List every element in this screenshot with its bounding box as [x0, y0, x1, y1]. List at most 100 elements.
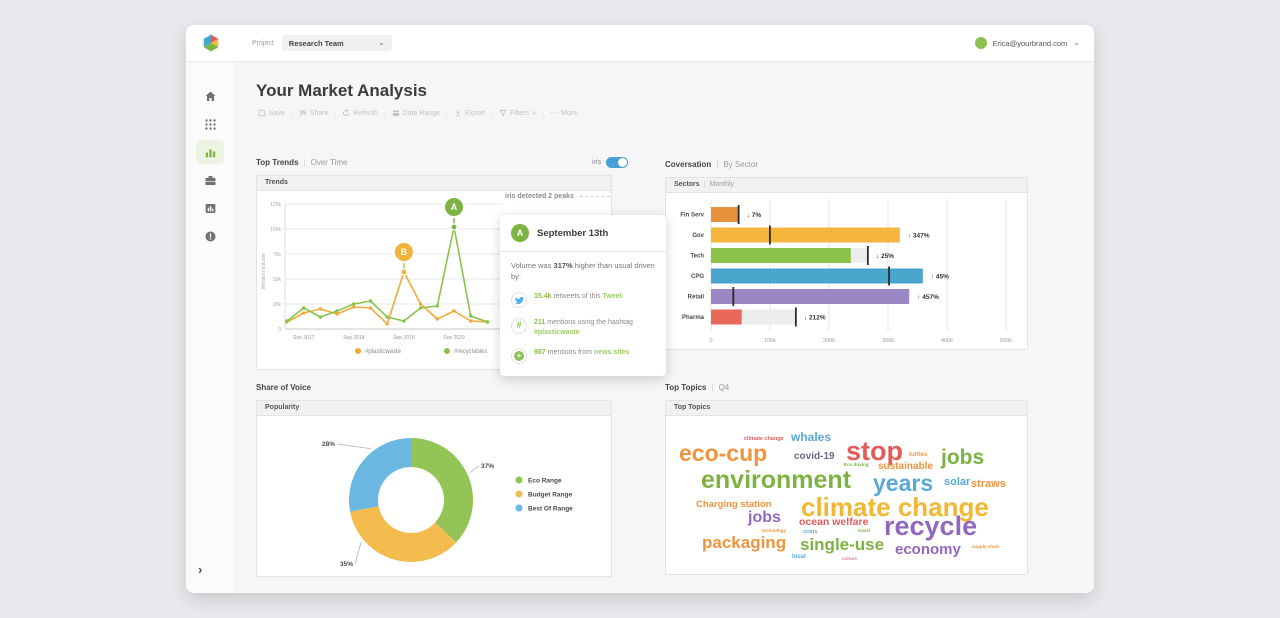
- more-button[interactable]: ⋯ More: [550, 109, 577, 117]
- svg-text:125k: 125k: [270, 202, 281, 208]
- sidebar-collapse-button[interactable]: ›: [198, 562, 202, 577]
- svg-text:500k: 500k: [1000, 338, 1012, 344]
- svg-text:25k: 25k: [273, 302, 282, 308]
- save-label: Save: [269, 110, 285, 117]
- insight-item-news: + 987 mentions from news sites: [511, 348, 655, 364]
- more-icon: ⋯: [550, 109, 558, 117]
- svg-text:37%: 37%: [481, 463, 494, 470]
- svg-text:Eco Range: Eco Range: [528, 478, 562, 485]
- filters-button[interactable]: Filters ∨: [499, 109, 536, 117]
- bar-chart-icon: [204, 146, 217, 159]
- popularity-card-header: Popularity: [257, 401, 611, 416]
- iris-peaks-note: iris detected 2 peaks: [505, 193, 610, 200]
- refresh-button[interactable]: Refresh: [342, 109, 378, 117]
- svg-text:Budget Range: Budget Range: [528, 492, 572, 499]
- svg-text:↑ 45%: ↑ 45%: [931, 274, 949, 281]
- chevron-down-icon: ⌄: [378, 40, 385, 46]
- save-button[interactable]: Save: [258, 109, 285, 117]
- briefcase-icon: [204, 174, 217, 187]
- topbar: Project Research Team ⌄ Erica@yourbrand.…: [186, 25, 1094, 62]
- svg-text:Sep 2018: Sep 2018: [343, 335, 365, 341]
- separator: |: [291, 110, 293, 117]
- iris-insight-card[interactable]: A September 13th Volume was 317% higher …: [500, 215, 666, 376]
- export-button[interactable]: Export: [454, 109, 485, 117]
- trends-section-header: Top Trends | Over Time iris: [256, 155, 628, 169]
- date-range-label: Date Range: [403, 110, 440, 117]
- save-icon: [258, 109, 266, 117]
- svg-text:200k: 200k: [823, 338, 835, 344]
- topics-word-cloud[interactable]: climate changewhaleseco-cupcovid-19stopt…: [666, 416, 1027, 574]
- insight-item-hashtag: # 211 mentions using the hashtag #plasti…: [511, 318, 655, 338]
- sidebar-item-analytics[interactable]: [196, 140, 224, 164]
- sidebar-item-apps[interactable]: [196, 112, 224, 136]
- insight-summary: Volume was 317% higher than usual driven…: [511, 261, 655, 282]
- news-sites-link[interactable]: news sites: [594, 349, 629, 356]
- chevron-down-icon: ∨: [532, 110, 536, 117]
- word-cloud-term: culture: [842, 557, 857, 562]
- trends-card-title: Trends: [265, 176, 288, 190]
- tweet-link[interactable]: Tweet: [603, 293, 622, 300]
- separator: |: [716, 160, 718, 169]
- refresh-icon: [342, 109, 350, 117]
- more-label: More: [561, 110, 577, 117]
- separator: |: [711, 383, 713, 392]
- svg-text:Tech: Tech: [690, 254, 704, 260]
- hashtag-link[interactable]: #plasticwaste: [534, 329, 580, 336]
- report-chart-icon: [204, 202, 217, 215]
- project-selector[interactable]: Research Team ⌄: [282, 35, 392, 51]
- date-range-button[interactable]: Date Range: [392, 109, 440, 117]
- app-logo-icon[interactable]: [200, 32, 222, 54]
- share-of-voice-donut-chart[interactable]: 37% 35% 28% Eco Range Budget Range Best Of Ra…: [257, 416, 611, 576]
- voice-title: Share of Voice: [256, 383, 311, 392]
- voice-section-header: Share of Voice: [256, 380, 612, 394]
- news-count: 987: [534, 349, 546, 356]
- sidebar: ›: [186, 62, 234, 593]
- sectors-subtitle: By Sector: [723, 160, 758, 169]
- insight-item-retweets: 15.4k retweets of this Tweet: [511, 292, 655, 308]
- insight-card-body: Volume was 317% higher than usual driven…: [500, 252, 666, 376]
- sectors-title: Coversation: [665, 160, 711, 169]
- chevron-down-icon: ⌄: [1073, 40, 1080, 46]
- trends-title: Top Trends: [256, 158, 299, 167]
- svg-text:Sep 2020: Sep 2020: [443, 335, 465, 341]
- word-cloud-term: supply chain: [972, 545, 1000, 550]
- word-cloud-term: environment: [701, 468, 851, 493]
- user-menu[interactable]: Erica@yourbrand.com ⌄: [975, 37, 1080, 49]
- svg-text:35%: 35%: [340, 561, 353, 568]
- hashtag-icon: #: [511, 318, 527, 334]
- svg-text:400k: 400k: [941, 338, 953, 344]
- apps-grid-icon: [204, 118, 217, 131]
- iris-toggle-label: iris: [592, 159, 601, 166]
- insight-card-header: A September 13th: [500, 215, 666, 252]
- svg-text:28%: 28%: [322, 441, 335, 448]
- svg-text:50k: 50k: [273, 277, 282, 283]
- sidebar-item-alerts[interactable]: [196, 224, 224, 248]
- word-cloud-term: single-use: [800, 536, 884, 553]
- sidebar-item-projects[interactable]: [196, 168, 224, 192]
- share-button[interactable]: Share: [299, 109, 329, 117]
- iris-toggle[interactable]: [606, 157, 628, 168]
- right-column: Coversation | By Sector Sectors | Monthl…: [665, 157, 1028, 575]
- sectors-bar-chart[interactable]: 0100k200k300k400k500kFin Serv↓ 7%Gov↑ 34…: [666, 193, 1027, 349]
- filters-label: Filters: [510, 110, 529, 117]
- calendar-icon: [392, 109, 400, 117]
- svg-text:0: 0: [278, 327, 281, 333]
- svg-text:B: B: [401, 247, 408, 257]
- word-cloud-term: solar: [944, 477, 970, 488]
- sectors-card-subtitle: Monthly: [710, 178, 735, 192]
- toggle-knob: [618, 158, 627, 167]
- svg-text:Best Of Range: Best Of Range: [528, 506, 573, 513]
- word-cloud-term: recycle: [884, 513, 977, 540]
- home-icon: [204, 90, 217, 103]
- sidebar-item-home[interactable]: [196, 84, 224, 108]
- news-icon: +: [511, 348, 527, 364]
- svg-text:0: 0: [709, 338, 712, 344]
- sectors-card: Sectors | Monthly 0100k200k300k400k500kF…: [665, 177, 1028, 350]
- popularity-card-title: Popularity: [265, 401, 299, 415]
- svg-text:↓ 7%: ↓ 7%: [747, 212, 762, 219]
- twitter-icon: [511, 292, 527, 308]
- sidebar-item-reports[interactable]: [196, 196, 224, 220]
- word-cloud-term: whales: [791, 431, 831, 443]
- svg-text:↑ 347%: ↑ 347%: [908, 233, 930, 240]
- separator: |: [384, 110, 386, 117]
